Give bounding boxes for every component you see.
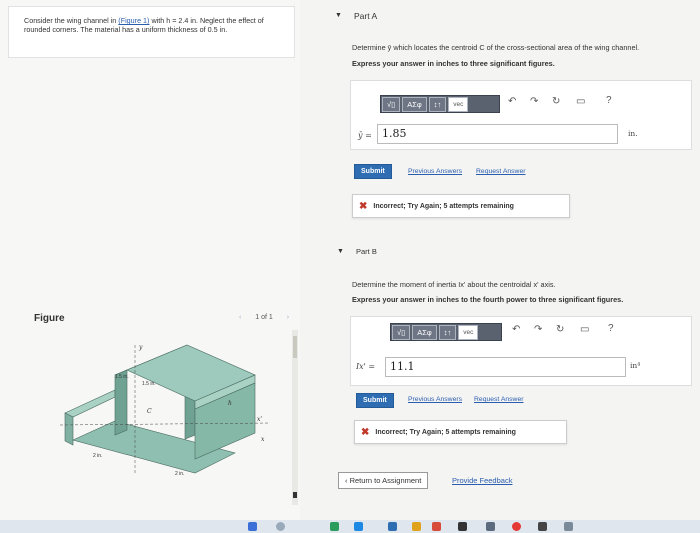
reset-icon[interactable]: ↻	[552, 96, 560, 107]
vec-button[interactable]: vec	[458, 324, 479, 340]
x-prime-label: x'	[257, 416, 262, 423]
part-a-collapse-icon[interactable]: ▼	[335, 12, 342, 19]
help-icon[interactable]: ?	[608, 323, 614, 334]
settings-icon[interactable]	[564, 522, 573, 531]
app-icon-3[interactable]	[432, 522, 441, 531]
figure-label: Figure	[34, 313, 65, 324]
part-a-express: Express your answer in inches to three s…	[352, 59, 555, 68]
keyboard-icon[interactable]: ▭	[580, 324, 589, 335]
template-button[interactable]: √▯	[392, 324, 411, 340]
part-b-submit-button[interactable]: Submit	[356, 393, 394, 408]
reset-icon[interactable]: ↻	[556, 324, 564, 335]
subscript-button[interactable]: ↕↑	[438, 324, 457, 340]
thickness-label-1: 1.5 in.	[115, 374, 129, 380]
error-x-icon: ✖	[359, 200, 368, 212]
part-a-feedback: ✖ Incorrect; Try Again; 5 attempts remai…	[352, 194, 570, 218]
problem-statement: Consider the wing channel in (Figure 1) …	[24, 16, 284, 34]
return-to-assignment-button[interactable]: ‹ Return to Assignment	[338, 472, 429, 489]
ix-variable: Ix' =	[356, 362, 376, 371]
file-explorer-icon[interactable]	[412, 522, 421, 531]
h-label: h	[228, 400, 232, 407]
figure-pager: ‹ 1 of 1 ›	[233, 314, 295, 321]
y-axis-label: y	[138, 344, 143, 351]
part-b-request-answer-link[interactable]: Request Answer	[474, 396, 524, 403]
provide-feedback-link[interactable]: Provide Feedback	[452, 476, 512, 485]
part-a-feedback-text: Incorrect; Try Again; 5 attempts remaini…	[373, 202, 514, 210]
start-icon[interactable]	[248, 522, 257, 531]
thickness-label-2: 1.5 in.	[142, 381, 156, 387]
undo-icon[interactable]: ↶	[512, 324, 520, 335]
wing-channel-figure: y x' x h C 1.5 in. 1.5 in. 2 in. 2 in.	[59, 344, 271, 477]
part-a-instruction: Determine ȳ which locates the centroid C…	[352, 43, 640, 52]
width-label-2: 2 in.	[175, 471, 184, 477]
template-button[interactable]: √▯	[382, 96, 401, 112]
part-b-math-toolbar: √▯ ΑΣφ ↕↑ vec	[390, 323, 502, 341]
redo-icon[interactable]: ↷	[530, 96, 538, 107]
app-icon-5[interactable]	[486, 522, 495, 531]
error-x-icon: ✖	[361, 426, 370, 438]
x-axis-label: x	[261, 436, 265, 443]
keyboard-icon[interactable]: ▭	[576, 96, 585, 107]
part-a-previous-answers-link[interactable]: Previous Answers	[408, 168, 462, 175]
app-icon-6[interactable]	[538, 522, 547, 531]
part-b-collapse-icon[interactable]: ▼	[337, 248, 344, 255]
scrollbar-thumb[interactable]	[293, 336, 297, 358]
help-icon[interactable]: ?	[606, 95, 612, 106]
app-icon-1[interactable]	[330, 522, 339, 531]
app-icon-4[interactable]	[458, 522, 467, 531]
greek-button[interactable]: ΑΣφ	[402, 96, 427, 112]
search-icon[interactable]	[276, 522, 285, 531]
part-a-request-answer-link[interactable]: Request Answer	[476, 168, 526, 175]
os-taskbar	[0, 520, 700, 533]
redo-icon[interactable]: ↷	[534, 324, 542, 335]
centroid-label: C	[147, 408, 152, 415]
app-icon-2[interactable]	[388, 522, 397, 531]
part-b-express: Express your answer in inches to the fou…	[352, 295, 624, 304]
prev-figure-button[interactable]: ‹	[239, 314, 241, 321]
width-label-1: 2 in.	[93, 453, 102, 459]
subscript-button[interactable]: ↕↑	[428, 96, 447, 112]
chrome-icon[interactable]	[512, 522, 521, 531]
part-b-title: Part B	[356, 247, 377, 256]
ix-input[interactable]: 11.1	[385, 357, 626, 377]
scrollbar-down-arrow[interactable]	[293, 492, 297, 498]
edge-icon[interactable]	[354, 522, 363, 531]
part-b-feedback-text: Incorrect; Try Again; 5 attempts remaini…	[375, 428, 516, 436]
figure-link[interactable]: (Figure 1)	[118, 16, 149, 25]
ybar-unit: in.	[628, 129, 638, 138]
part-a-title: Part A	[354, 11, 378, 21]
part-b-previous-answers-link[interactable]: Previous Answers	[408, 396, 462, 403]
ix-unit: in⁴	[630, 361, 641, 370]
ybar-variable: ȳ =	[358, 131, 372, 140]
part-a-math-toolbar: √▯ ΑΣφ ↕↑ vec	[380, 95, 500, 113]
vec-button[interactable]: vec	[448, 96, 469, 112]
part-b-instruction: Determine the moment of inertia Ix' abou…	[352, 280, 556, 289]
problem-text-start: Consider the wing channel in	[24, 16, 119, 25]
greek-button[interactable]: ΑΣφ	[412, 324, 437, 340]
next-figure-button[interactable]: ›	[287, 314, 289, 321]
part-a-submit-button[interactable]: Submit	[354, 164, 392, 179]
figure-page-count: 1 of 1	[255, 314, 273, 321]
undo-icon[interactable]: ↶	[508, 96, 516, 107]
ybar-input[interactable]: 1.85	[377, 124, 618, 144]
part-b-feedback: ✖ Incorrect; Try Again; 5 attempts remai…	[354, 420, 567, 444]
